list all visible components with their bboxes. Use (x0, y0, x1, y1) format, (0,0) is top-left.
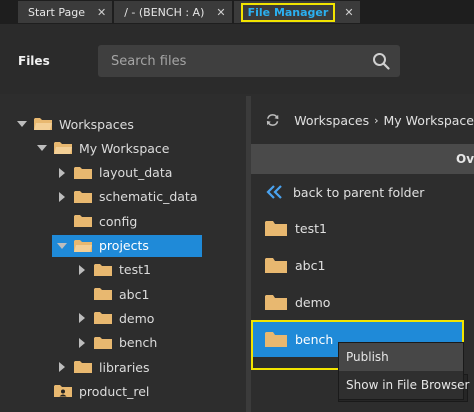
folder-open-icon (34, 117, 52, 131)
tree-item-libraries[interactable]: libraries (56, 356, 150, 378)
tree-item-label: layout_data (99, 165, 173, 181)
folder-icon (74, 166, 92, 180)
caret-spacer (76, 288, 88, 300)
tab-file-manager[interactable]: File Manager ✕ (233, 1, 360, 23)
folder-icon (94, 336, 112, 350)
tree-item-label: libraries (99, 359, 150, 375)
folder-icon (265, 257, 287, 274)
tree-item-demo[interactable]: demo (76, 307, 154, 329)
menu-item-publish[interactable]: Publish (339, 343, 463, 371)
folder-open-icon (74, 239, 92, 253)
tree-item-abc1[interactable]: abc1 (76, 283, 149, 305)
chevron-right-icon[interactable] (76, 264, 88, 276)
tree-item-bench[interactable]: bench (76, 332, 157, 354)
refresh-icon[interactable] (265, 111, 280, 129)
folder-icon (74, 214, 92, 228)
tab-label: / - (BENCH : A) (124, 5, 205, 19)
page-title: Files (18, 54, 50, 68)
tree-item-my-workspace[interactable]: My Workspace (36, 137, 169, 159)
folder-icon (94, 287, 112, 301)
folder-icon (74, 190, 92, 204)
user-folder-icon (54, 384, 72, 398)
tree-item-schematic-data[interactable]: schematic_data (56, 186, 198, 208)
tree-item-projects[interactable]: projects (52, 234, 202, 257)
tree-item-workspaces[interactable]: Workspaces (16, 113, 134, 135)
back-to-parent-row[interactable]: back to parent folder (251, 174, 474, 210)
folder-icon (94, 263, 112, 277)
menu-item-show-in-file-browser[interactable]: Show in File Browser (339, 371, 469, 399)
search-input[interactable] (111, 53, 361, 69)
tree-item-label: demo (119, 310, 155, 326)
tab-bar: Start Page ✕ / - (BENCH : A) ✕ File Mana… (0, 0, 474, 24)
tree-item-label: product_rel (79, 383, 150, 399)
tree-item-label: abc1 (119, 286, 150, 302)
tree-item-label: bench (119, 335, 158, 351)
search-box[interactable] (98, 45, 400, 77)
folder-tree: Workspaces My Workspace layout_dataschemat… (4, 96, 246, 412)
breadcrumb-my-workspace[interactable]: My Workspace (384, 113, 474, 128)
tree-item-label: Workspaces (59, 116, 134, 132)
chevron-right-icon[interactable] (76, 337, 88, 349)
close-icon[interactable]: ✕ (95, 6, 108, 19)
caret-spacer (36, 385, 48, 397)
chevron-right-icon[interactable] (56, 191, 68, 203)
close-icon[interactable]: ✕ (214, 6, 227, 19)
tab-label: Start Page (28, 5, 85, 19)
tree-item-label: projects (99, 238, 149, 253)
file-row-abc1[interactable]: abc1 (251, 247, 474, 283)
column-header: Ov (251, 144, 474, 174)
chevron-down-icon[interactable] (36, 142, 48, 154)
breadcrumb-separator: › (374, 113, 379, 127)
tree-item-label: schematic_data (99, 189, 198, 205)
chevron-right-icon[interactable] (76, 312, 88, 324)
caret-spacer (56, 215, 68, 227)
context-menu: Publish Show in File Browser (338, 342, 469, 400)
folder-icon (265, 220, 287, 237)
files-header: Files (0, 24, 474, 94)
tree-item-layout-data[interactable]: layout_data (56, 162, 172, 184)
chevron-down-icon[interactable] (16, 118, 28, 130)
chevron-right-icon[interactable] (56, 167, 68, 179)
folder-icon (265, 294, 287, 311)
tree-item-config[interactable]: config (56, 210, 137, 232)
tree-item-test1[interactable]: test1 (76, 259, 151, 281)
file-row-test1[interactable]: test1 (251, 210, 474, 246)
tree-item-label: config (99, 213, 138, 229)
tree-item-product-rel[interactable]: product_rel (36, 380, 149, 402)
file-name: bench (295, 331, 334, 347)
chevron-down-icon[interactable] (56, 240, 68, 252)
breadcrumb-workspaces[interactable]: Workspaces (294, 113, 369, 128)
tree-item-label: test1 (119, 262, 151, 278)
folder-icon (265, 331, 287, 348)
double-chevron-left-icon (266, 185, 282, 199)
close-icon[interactable]: ✕ (342, 6, 355, 19)
folder-icon (94, 311, 112, 325)
file-row-demo[interactable]: demo (251, 284, 474, 320)
tree-item-label: My Workspace (79, 140, 170, 156)
folder-icon (74, 360, 92, 374)
tab-label: File Manager (240, 2, 336, 22)
folder-open-icon (54, 141, 72, 155)
search-icon[interactable] (372, 52, 390, 70)
breadcrumb: Workspaces › My Workspace (251, 96, 474, 144)
file-name: demo (295, 294, 331, 310)
file-name: abc1 (295, 257, 326, 273)
column-header-owner[interactable]: Ov (456, 152, 474, 166)
back-label: back to parent folder (293, 184, 425, 200)
tab-bench[interactable]: / - (BENCH : A) ✕ (114, 1, 232, 23)
chevron-right-icon[interactable] (56, 361, 68, 373)
tab-start-page[interactable]: Start Page ✕ (18, 1, 113, 23)
file-name: test1 (295, 220, 327, 236)
